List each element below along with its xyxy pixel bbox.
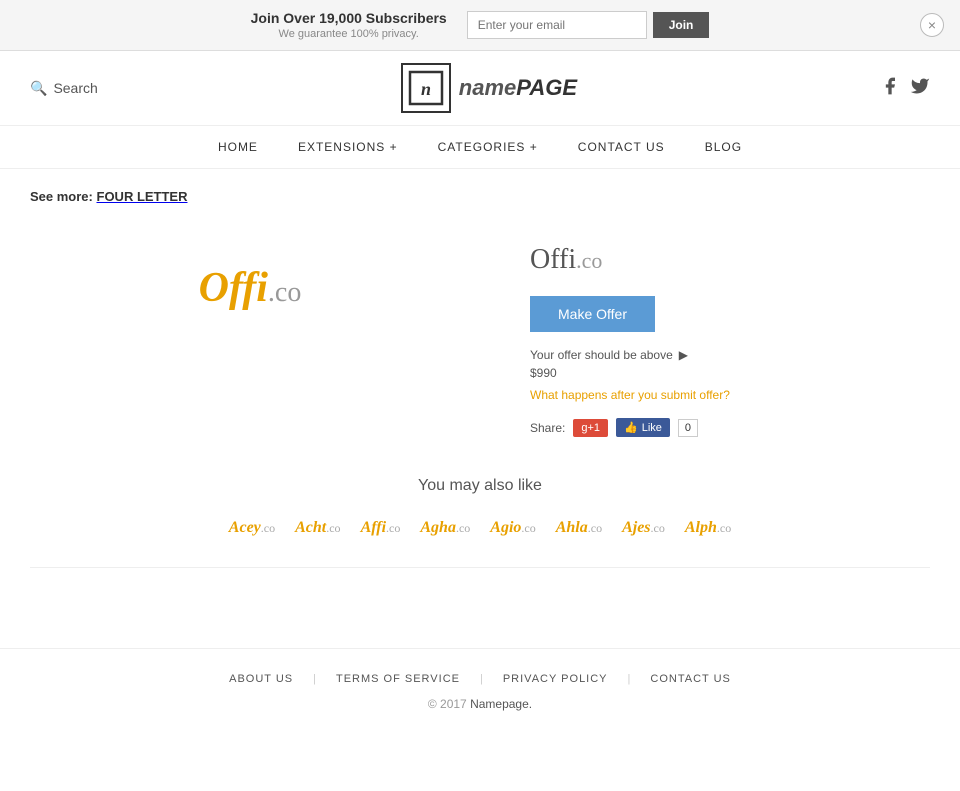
product-info: Offi.co Make Offer Your offer should be … bbox=[530, 224, 930, 437]
nav-extensions[interactable]: EXTENSIONS + bbox=[298, 140, 398, 154]
facebook-icon[interactable] bbox=[880, 76, 900, 101]
product-name-text: Offi bbox=[530, 244, 576, 275]
gplus-button[interactable]: g+1 bbox=[573, 419, 608, 437]
header: 🔍 Search n namePAGE bbox=[0, 51, 960, 126]
top-banner: Join Over 19,000 Subscribers We guarante… bbox=[0, 0, 960, 51]
product-name-logo: Offi bbox=[199, 265, 268, 311]
banner-subtitle: We guarantee 100% privacy. bbox=[251, 28, 447, 40]
nav-categories[interactable]: CATEGORIES + bbox=[438, 140, 538, 154]
product-section: Offi.co Offi.co Make Offer Your offer sh… bbox=[30, 224, 930, 437]
footer-brand[interactable]: Namepage. bbox=[470, 697, 532, 711]
nav-blog[interactable]: BLOG bbox=[705, 140, 742, 154]
nav-home[interactable]: HOME bbox=[218, 140, 258, 154]
product-tld-text: .co bbox=[576, 248, 602, 273]
email-input[interactable] bbox=[467, 11, 647, 39]
nav-contact[interactable]: CONTACT US bbox=[578, 140, 665, 154]
breadcrumb: See more: FOUR LETTER bbox=[30, 189, 930, 204]
share-row: Share: g+1 👍 Like 0 bbox=[530, 418, 930, 437]
offer-hint: Your offer should be above ▶ bbox=[530, 348, 930, 362]
also-like-section: You may also like Acey.co Acht.co Affi.c… bbox=[30, 477, 930, 537]
fb-thumb-icon: 👍 bbox=[624, 421, 638, 434]
footer-copyright: © 2017 Namepage. bbox=[0, 697, 960, 731]
also-like-title: You may also like bbox=[30, 477, 930, 495]
logo-icon: n bbox=[401, 63, 451, 113]
banner-title: Join Over 19,000 Subscribers bbox=[251, 10, 447, 26]
offer-price: $990 bbox=[530, 366, 930, 380]
search-icon: 🔍 bbox=[30, 80, 47, 97]
list-item[interactable]: Ajes.co bbox=[622, 519, 665, 537]
fb-like-label: Like bbox=[642, 422, 662, 434]
list-item[interactable]: Acey.co bbox=[229, 519, 275, 537]
svg-text:n: n bbox=[421, 79, 431, 99]
footer-about[interactable]: ABOUT US bbox=[229, 673, 293, 685]
footer-contact[interactable]: CONTACT US bbox=[650, 673, 731, 685]
list-item[interactable]: Ahla.co bbox=[556, 519, 602, 537]
list-item[interactable]: Affi.co bbox=[361, 519, 401, 537]
footer-links: ABOUT US | TERMS OF SERVICE | PRIVACY PO… bbox=[0, 648, 960, 697]
search-button[interactable]: 🔍 Search bbox=[30, 80, 98, 97]
product-logo-area: Offi.co bbox=[30, 224, 470, 352]
product-tld-logo: .co bbox=[268, 277, 301, 308]
list-item[interactable]: Agha.co bbox=[420, 519, 470, 537]
search-label: Search bbox=[53, 80, 97, 96]
breadcrumb-prefix: See more: bbox=[30, 189, 93, 204]
breadcrumb-link[interactable]: FOUR LETTER bbox=[97, 189, 188, 204]
footer-terms[interactable]: TERMS OF SERVICE bbox=[336, 673, 460, 685]
section-divider bbox=[30, 567, 930, 568]
product-logo-display: Offi.co bbox=[199, 264, 302, 312]
social-links bbox=[880, 76, 930, 101]
logo[interactable]: n namePAGE bbox=[401, 63, 577, 113]
offer-faq-link[interactable]: What happens after you submit offer? bbox=[530, 388, 930, 402]
logo-link[interactable]: n namePAGE bbox=[401, 63, 577, 113]
arrow-right-icon: ▶ bbox=[679, 348, 688, 362]
fb-like-button[interactable]: 👍 Like bbox=[616, 418, 670, 437]
list-item[interactable]: Alph.co bbox=[685, 519, 731, 537]
banner-form: Join bbox=[467, 11, 710, 39]
make-offer-button[interactable]: Make Offer bbox=[530, 296, 655, 332]
main-nav: HOME EXTENSIONS + CATEGORIES + CONTACT U… bbox=[0, 126, 960, 169]
close-button[interactable]: × bbox=[920, 13, 944, 37]
list-item[interactable]: Agio.co bbox=[490, 519, 535, 537]
product-title: Offi.co bbox=[530, 244, 930, 276]
footer-privacy[interactable]: PRIVACY POLICY bbox=[503, 673, 608, 685]
main-content: See more: FOUR LETTER Offi.co Offi.co Ma… bbox=[0, 169, 960, 588]
share-label: Share: bbox=[530, 421, 565, 435]
twitter-icon[interactable] bbox=[910, 76, 930, 101]
banner-text: Join Over 19,000 Subscribers We guarante… bbox=[251, 10, 447, 40]
fb-count: 0 bbox=[678, 419, 698, 437]
list-item[interactable]: Acht.co bbox=[295, 519, 340, 537]
logo-text: namePAGE bbox=[459, 77, 577, 99]
also-grid: Acey.co Acht.co Affi.co Agha.co Agio.co … bbox=[30, 519, 930, 537]
join-button[interactable]: Join bbox=[653, 12, 710, 38]
